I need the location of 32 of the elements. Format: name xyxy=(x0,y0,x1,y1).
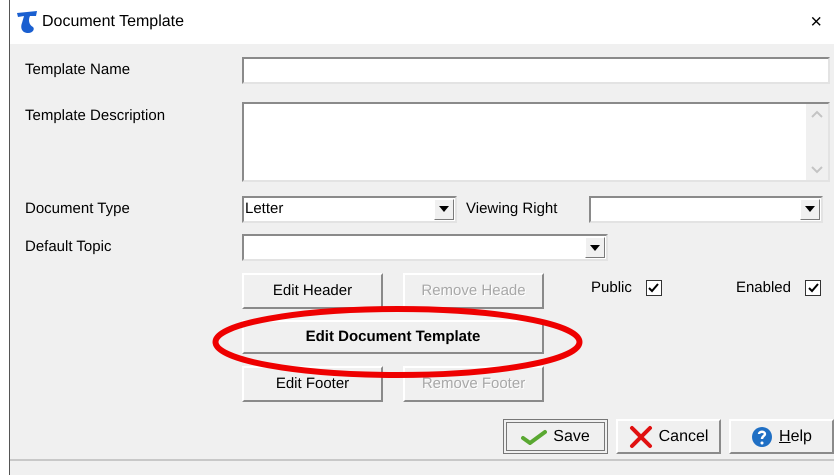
close-button[interactable]: × xyxy=(806,12,826,32)
checkbox-label: Public xyxy=(591,278,632,298)
cross-icon xyxy=(628,424,653,448)
template-button[interactable]: Edit Header xyxy=(242,273,383,309)
dropdown-field[interactable]: Letter xyxy=(242,196,457,222)
dialog-button[interactable]: Help xyxy=(729,419,834,454)
checkbox[interactable] xyxy=(805,280,821,296)
dropdown-field[interactable] xyxy=(589,196,823,222)
dropdown-field[interactable] xyxy=(242,234,608,261)
window-title: Document Template xyxy=(42,12,184,32)
field-label: Default Topic xyxy=(25,237,112,258)
dropdown-button[interactable] xyxy=(585,237,605,258)
field-label: Template Description xyxy=(25,106,166,126)
template-name-input[interactable] xyxy=(242,57,830,84)
field-label: Template Name xyxy=(25,60,132,80)
app-logo-icon xyxy=(16,10,38,34)
field-label: Document Type xyxy=(25,198,131,219)
dialog-button[interactable]: Save xyxy=(503,419,608,454)
checkmark-icon xyxy=(521,428,548,444)
dropdown-value: Letter xyxy=(244,198,284,219)
help-icon xyxy=(751,426,774,448)
caret-icon xyxy=(439,206,449,212)
checkbox[interactable] xyxy=(646,280,662,296)
caret-icon xyxy=(590,244,600,250)
template-description-input[interactable] xyxy=(242,102,830,182)
dialog-button[interactable]: Cancel xyxy=(616,419,722,454)
caret-icon xyxy=(805,206,815,212)
template-button[interactable]: Edit Document Template xyxy=(242,320,544,354)
dropdown-button[interactable] xyxy=(800,198,820,220)
checkbox-label: Enabled xyxy=(736,278,791,298)
dropdown-button[interactable] xyxy=(434,198,454,220)
field-label: Viewing Right xyxy=(466,198,558,219)
